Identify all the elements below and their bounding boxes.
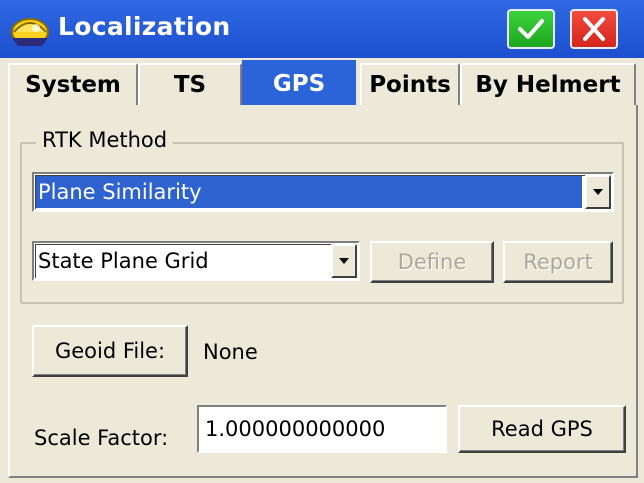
coordinate-grid-value: State Plane Grid (38, 249, 209, 273)
read-gps-button[interactable]: Read GPS (458, 405, 626, 453)
define-button[interactable]: Define (370, 241, 494, 283)
dropdown-arrow-icon (593, 189, 603, 195)
scale-factor-value: 1.000000000000 (205, 417, 386, 441)
tab-points[interactable]: Points (360, 63, 460, 105)
app-icon (6, 8, 54, 50)
tab-by-helmert[interactable]: By Helmert (460, 63, 636, 105)
rtk-method-value: Plane Similarity (36, 176, 582, 208)
rtk-method-dropdown-button[interactable] (585, 175, 611, 209)
tab-system[interactable]: System (8, 63, 138, 105)
window-title: Localization (58, 12, 231, 41)
coordinate-grid-select[interactable]: State Plane Grid (32, 241, 360, 281)
tab-gps[interactable]: GPS (242, 60, 356, 105)
tab-ts[interactable]: TS (138, 63, 242, 105)
close-icon (583, 17, 605, 41)
dropdown-arrow-icon (339, 258, 349, 264)
ok-button[interactable] (507, 9, 555, 49)
report-button[interactable]: Report (503, 241, 613, 283)
geoid-file-value: None (203, 340, 258, 364)
checkmark-icon (518, 19, 544, 39)
scale-factor-label: Scale Factor: (34, 426, 169, 450)
scale-factor-input[interactable]: 1.000000000000 (197, 405, 447, 453)
title-bar: Localization (0, 0, 644, 58)
rtk-method-select[interactable]: Plane Similarity (32, 172, 614, 212)
geoid-file-button[interactable]: Geoid File: (32, 325, 188, 377)
coordinate-grid-dropdown-button[interactable] (331, 244, 357, 278)
rtk-method-label: RTK Method (36, 128, 174, 152)
tab-bar: System TS GPS Points By Helmert (0, 58, 644, 105)
close-button[interactable] (570, 9, 618, 49)
